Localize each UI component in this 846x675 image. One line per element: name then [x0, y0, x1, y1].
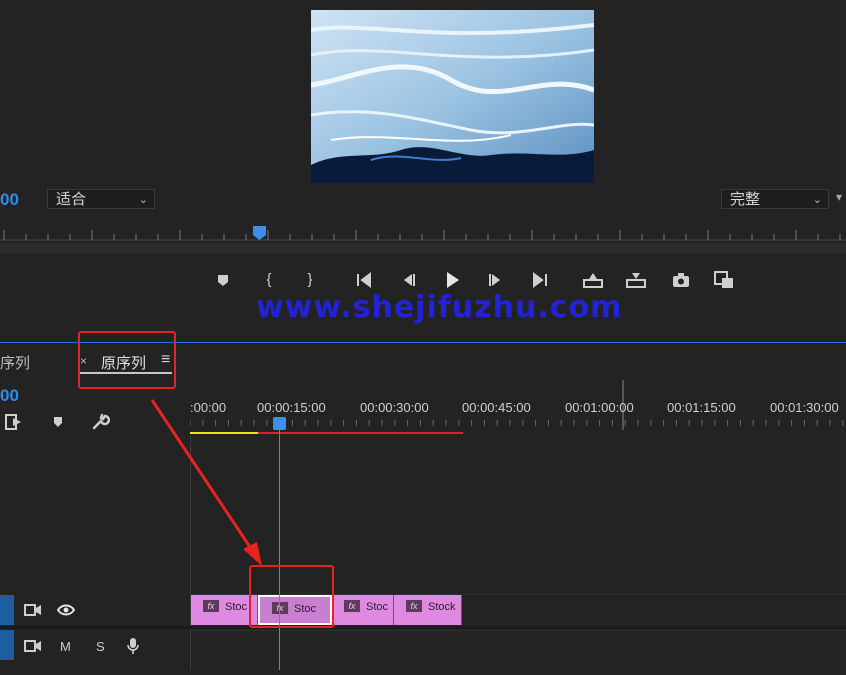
ruler-time-label: 00:01:30:00: [770, 400, 839, 415]
extract-icon[interactable]: [624, 268, 648, 292]
go-to-in-icon[interactable]: [353, 268, 377, 292]
ruler-time-label: 00:00:15:00: [257, 400, 326, 415]
ruler-time-label: 00:01:15:00: [667, 400, 736, 415]
sync-lock-icon[interactable]: [24, 602, 42, 623]
eye-icon[interactable]: [56, 602, 76, 623]
quality-dropdown-value: 完整: [730, 191, 761, 208]
work-area-rendered-bar: [190, 432, 258, 434]
ruler-time-label: 00:01:00:00: [565, 400, 634, 415]
monitor-scrollbar[interactable]: [0, 243, 846, 253]
video-track-header: [0, 595, 190, 625]
mark-out-icon[interactable]: }: [298, 268, 322, 292]
settings-icon[interactable]: ▾: [836, 190, 842, 204]
step-back-icon[interactable]: [396, 268, 420, 292]
ruler-time-label: 00:00:45:00: [462, 400, 531, 415]
comparison-view-icon[interactable]: [712, 268, 736, 292]
go-to-out-icon[interactable]: [527, 268, 551, 292]
video-track-target[interactable]: [0, 595, 14, 625]
export-frame-camera-icon[interactable]: [669, 268, 693, 292]
video-clip[interactable]: fx Stock: [394, 595, 462, 625]
add-marker-icon[interactable]: [48, 412, 68, 432]
sequence-timecode[interactable]: 00: [0, 386, 19, 406]
ruler-time-label: 00:00:30:00: [360, 400, 429, 415]
tab-sequence[interactable]: 序列: [0, 352, 30, 373]
chevron-down-icon: ⌄: [812, 194, 822, 206]
annotation-box-clip: [249, 565, 334, 628]
annotation-box-tab: [78, 331, 176, 389]
clip-name: Stoc: [366, 601, 389, 613]
step-forward-icon[interactable]: [484, 268, 508, 292]
fx-badge: fx: [406, 600, 422, 612]
ruler-time-label: :00:00: [190, 400, 227, 415]
track-divider: [0, 626, 846, 629]
mute-button[interactable]: M: [60, 639, 71, 654]
monitor-time-ruler[interactable]: [0, 226, 846, 242]
timeline-track-area[interactable]: [190, 436, 846, 670]
fx-badge: fx: [203, 600, 219, 612]
program-preview-image: [311, 10, 594, 183]
watermark-text: www.shejifuzhu.com: [256, 290, 623, 325]
play-icon[interactable]: [440, 268, 464, 292]
zoom-dropdown-value: 适合: [56, 191, 87, 208]
sync-lock-icon[interactable]: [24, 638, 42, 659]
video-clip[interactable]: fx Stoc: [332, 595, 394, 625]
audio-track-header: M S: [0, 630, 190, 664]
mark-in-icon[interactable]: {: [257, 268, 281, 292]
fx-badge: fx: [344, 600, 360, 612]
playhead-handle[interactable]: [273, 417, 286, 430]
playhead-line[interactable]: [279, 418, 280, 670]
clip-name: Stoc: [225, 601, 248, 613]
work-area-unrendered-bar: [258, 432, 463, 434]
video-clip[interactable]: fx Stoc: [191, 595, 258, 625]
quality-dropdown[interactable]: 完整 ⌄: [721, 189, 829, 209]
zoom-dropdown[interactable]: 适合 ⌄: [47, 189, 155, 209]
solo-button[interactable]: S: [96, 639, 105, 654]
audio-track-target[interactable]: [0, 630, 14, 660]
program-timecode[interactable]: 00: [0, 190, 19, 210]
chevron-down-icon: ⌄: [138, 194, 148, 206]
audio-track-separator: [190, 630, 846, 631]
snap-tool-icon[interactable]: [4, 412, 24, 432]
add-marker-icon[interactable]: [211, 268, 235, 292]
wrench-icon[interactable]: [90, 412, 111, 432]
microphone-icon[interactable]: [126, 637, 140, 660]
clip-name: Stock: [428, 601, 456, 613]
lift-icon[interactable]: [581, 268, 605, 292]
